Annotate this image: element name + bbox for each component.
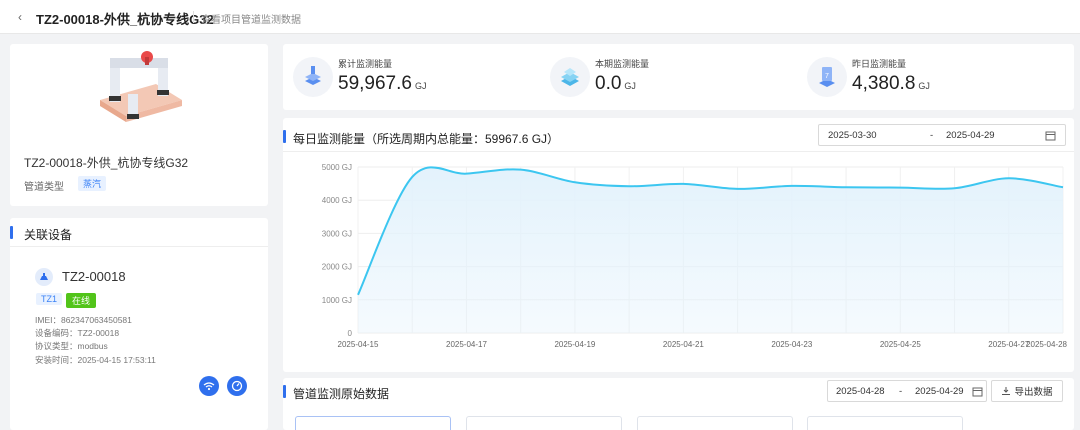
page-title: TZ2-00018-外供_杭协专线G32 [36, 12, 214, 27]
date-separator: - [899, 386, 903, 397]
stat-unit: GJ [624, 81, 636, 91]
stat-value-wrap: 0.0 GJ [595, 73, 636, 95]
raw-data-title: 管道监测原始数据 [293, 387, 390, 401]
stat-unit: GJ [918, 81, 930, 91]
title-divider [193, 11, 194, 23]
stat-unit: GJ [414, 81, 427, 91]
stack-icon [293, 57, 333, 97]
pipe-type-tag: 蒸汽 [78, 176, 107, 191]
stat-value: 59,967.6 [338, 73, 412, 94]
wifi-button[interactable] [199, 376, 219, 396]
chart-plot: 0 1000 GJ 2000 GJ 3000 GJ 4000 GJ 5000 GJ 2025… [322, 163, 1068, 349]
x-tick-label: 2025-04-19 [554, 340, 595, 349]
wifi-icon [203, 382, 215, 391]
pipe-type-label: 管道类型 [24, 182, 64, 193]
calendar-icon: 7 [807, 57, 847, 97]
section-marker [283, 385, 286, 398]
y-tick-label: 4000 GJ [322, 196, 352, 205]
gauge-button[interactable] [227, 376, 247, 396]
x-tick-label: 2025-04-28 [1026, 340, 1067, 349]
energy-stats-card: 累计监测能量 59,967.6 GJ 本期监测能量 0.0 GJ 7 昨日监测能量 … [283, 44, 1074, 110]
device-type-badge: TZ1 [36, 293, 63, 305]
download-icon [1002, 387, 1011, 395]
data-tab-active[interactable] [295, 416, 451, 430]
stat-label: 昨日监测能量 [852, 59, 907, 69]
device-status-badge: 在线 [66, 293, 97, 308]
data-tab[interactable] [637, 416, 793, 430]
layers-icon [550, 57, 590, 97]
raw-date-end[interactable]: 2025-04-29 [915, 386, 964, 397]
x-tick-label: 2025-04-21 [663, 340, 704, 349]
device-name[interactable]: TZ2-00018 [62, 269, 126, 284]
series-area [358, 167, 1063, 333]
top-bar: ‹ TZ2-00018-外供_杭协专线G32 查看项目管道监测数据 [0, 0, 1080, 34]
section-title: 关联设备 [24, 228, 73, 242]
pipe-info-card: TZ2-00018-外供_杭协专线G32 管道类型 蒸汽 [10, 44, 268, 206]
pipe-illustration-icon [100, 51, 182, 122]
device-meter-icon [35, 268, 53, 286]
data-tab[interactable] [466, 416, 622, 430]
section-marker [10, 226, 13, 239]
stat-value: 4,380.8 [852, 73, 916, 94]
data-tab[interactable] [807, 416, 963, 430]
x-tick-label: 2025-04-17 [446, 340, 487, 349]
device-install-time: 安装时间：2025-04-15 17:53:11 [35, 355, 156, 365]
export-button[interactable]: 导出数据 [991, 380, 1063, 402]
y-tick-label: 5000 GJ [322, 163, 352, 172]
gauge-icon [231, 380, 243, 392]
y-tick-label: 2000 GJ [322, 263, 352, 272]
device-protocol: 协议类型：modbus [35, 341, 108, 351]
raw-date-start[interactable]: 2025-04-28 [836, 386, 885, 397]
x-tick-label: 2025-04-25 [880, 340, 921, 349]
svg-text:7: 7 [825, 73, 829, 80]
y-tick-label: 1000 GJ [322, 296, 352, 305]
y-tick-label: 0 [348, 329, 353, 338]
stat-value-wrap: 4,380.8 GJ [852, 73, 930, 95]
stat-value: 0.0 [595, 73, 622, 94]
section-divider [10, 246, 268, 247]
stat-value-wrap: 59,967.6 GJ [338, 73, 426, 95]
stat-label: 累计监测能量 [338, 59, 393, 69]
y-tick-label: 3000 GJ [322, 229, 352, 238]
export-label: 导出数据 [1014, 387, 1053, 398]
x-tick-label: 2025-04-23 [771, 340, 812, 349]
back-button[interactable]: ‹ [18, 10, 22, 24]
raw-date-range-picker[interactable]: 2025-04-28 - 2025-04-29 [827, 380, 987, 402]
daily-energy-chart-card: 每日监测能量（所选周期内总能量：59967.6 GJ） 2025-03-30 -… [283, 118, 1074, 372]
related-devices-card: 关联设备 TZ2-00018 TZ1 在线 IMEI：8623470634505… [10, 218, 268, 430]
x-tick-label: 2025-04-27 [988, 340, 1029, 349]
calendar-icon [972, 387, 983, 397]
page-subtitle: 查看项目管道监测数据 [201, 15, 301, 26]
pipe-name: TZ2-00018-外供_杭协专线G32 [24, 156, 189, 170]
x-tick-label: 2025-04-15 [338, 340, 379, 349]
raw-data-card: 管道监测原始数据 2025-04-28 - 2025-04-29 导出数据 [283, 378, 1074, 430]
device-imei: IMEI：862347063450581 [35, 315, 132, 325]
device-code: 设备编码：TZ2-00018 [35, 328, 120, 338]
stat-label: 本期监测能量 [595, 59, 650, 69]
